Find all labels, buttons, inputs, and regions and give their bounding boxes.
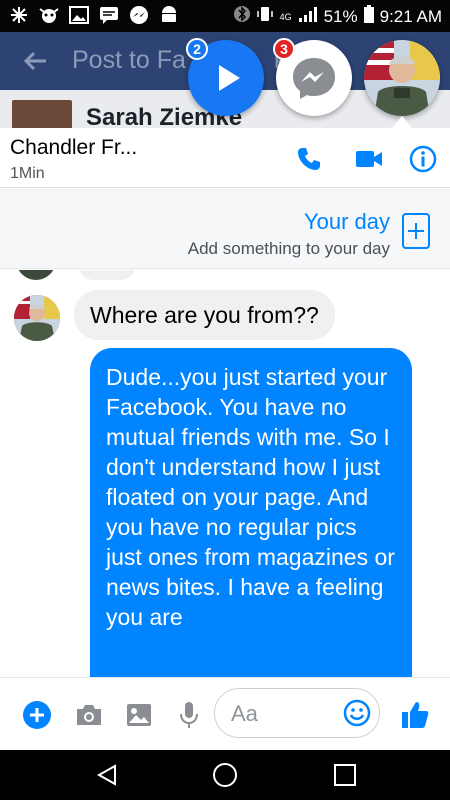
sender-profile-photo xyxy=(14,295,60,341)
info-icon[interactable] xyxy=(408,144,438,174)
gallery-icon[interactable] xyxy=(124,700,154,730)
battery-icon xyxy=(363,5,374,28)
active-status: 1Min xyxy=(10,165,45,182)
microphone-icon[interactable] xyxy=(174,700,204,730)
your-day-subtitle: Add something to your day xyxy=(187,239,390,258)
add-to-day-button[interactable] xyxy=(402,213,430,249)
your-day-title[interactable]: Your day xyxy=(304,209,390,235)
network-type-label: 4G xyxy=(279,11,292,22)
messenger-chat-head-badge: 3 xyxy=(273,38,295,60)
android-icon xyxy=(158,4,180,26)
home-circle-icon[interactable] xyxy=(210,760,240,790)
outgoing-message-bubble[interactable]: Dude...you just started your Facebook. Y… xyxy=(90,348,412,677)
camera-icon[interactable] xyxy=(74,700,104,730)
contact-chat-head[interactable] xyxy=(364,40,440,116)
video-call-icon[interactable] xyxy=(354,144,384,174)
recents-square-icon[interactable] xyxy=(330,760,360,790)
previous-message-avatar xyxy=(16,270,56,280)
battery-percent: 51% xyxy=(323,6,358,26)
emoji-icon[interactable] xyxy=(343,699,371,727)
incoming-message-bubble[interactable]: Where are you from?? xyxy=(74,290,335,340)
message-thread[interactable]: Where are you from?? Dude...you just sta… xyxy=(0,270,450,677)
previous-message-bubble[interactable] xyxy=(78,270,136,280)
message-input-placeholder: Aa xyxy=(231,701,258,726)
plus-icon xyxy=(408,223,424,239)
back-triangle-icon[interactable] xyxy=(92,760,122,790)
cow-icon xyxy=(38,4,60,26)
signal-icon xyxy=(298,5,318,28)
thumbs-up-icon[interactable] xyxy=(400,700,430,730)
android-navigation-bar xyxy=(0,750,450,800)
sender-avatar[interactable] xyxy=(14,295,60,341)
phone-call-icon[interactable] xyxy=(294,144,324,174)
pinwheel-icon xyxy=(8,4,30,26)
status-bar: 4G 51% 9:21 AM xyxy=(0,0,450,32)
message-composer: Aa xyxy=(0,677,450,750)
your-day-section[interactable]: Your day Add something to your day xyxy=(0,189,450,269)
messenger-status-icon xyxy=(128,4,150,26)
chat-head-pointer xyxy=(392,116,412,128)
vibrate-icon xyxy=(256,5,274,28)
more-actions-icon[interactable] xyxy=(22,700,52,730)
clock-time: 9:21 AM xyxy=(379,6,442,26)
bluetooth-icon xyxy=(233,5,250,28)
image-icon xyxy=(68,4,90,26)
back-arrow-icon[interactable] xyxy=(20,46,50,76)
message-input[interactable]: Aa xyxy=(214,688,380,738)
contact-profile-photo xyxy=(364,40,440,116)
contact-name[interactable]: Chandler Fr... xyxy=(10,136,137,160)
chat-header: Chandler Fr... 1Min xyxy=(0,128,450,188)
message-icon xyxy=(98,4,120,26)
video-chat-head-badge: 2 xyxy=(186,38,208,60)
